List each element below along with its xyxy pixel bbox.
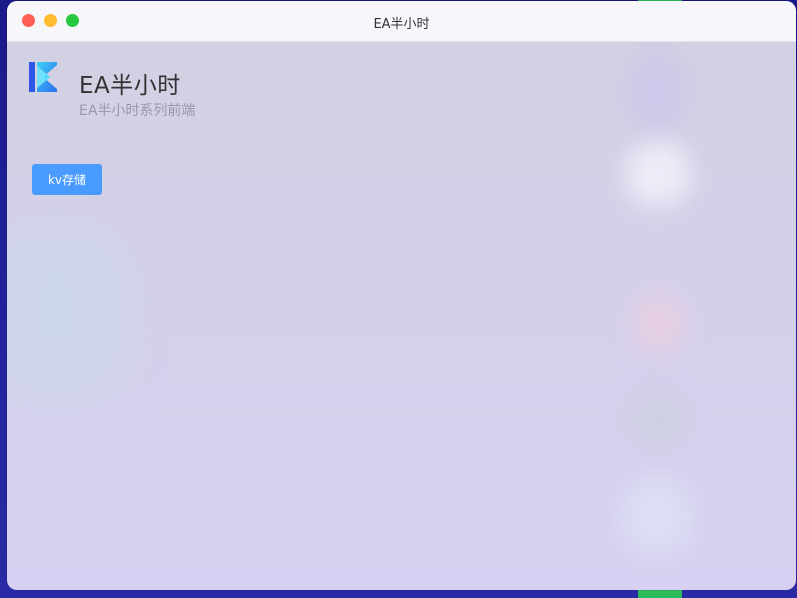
kv-storage-button[interactable]: kv存储 (32, 164, 102, 195)
app-title: EA半小时 (79, 73, 181, 99)
app-subtitle: EA半小时系列前端 (79, 103, 196, 119)
k-logo-icon (29, 62, 57, 92)
window-title: EA半小时 (373, 17, 430, 32)
dock-app-icon-bottom (638, 590, 682, 598)
main-content: EA半小时 EA半小时系列前端 kv存储 (7, 42, 796, 590)
title-bar: EA半小时 (7, 1, 796, 42)
app-window: EA半小时 EA半小时 EA半小时系列前端 kv存储 (7, 1, 796, 590)
